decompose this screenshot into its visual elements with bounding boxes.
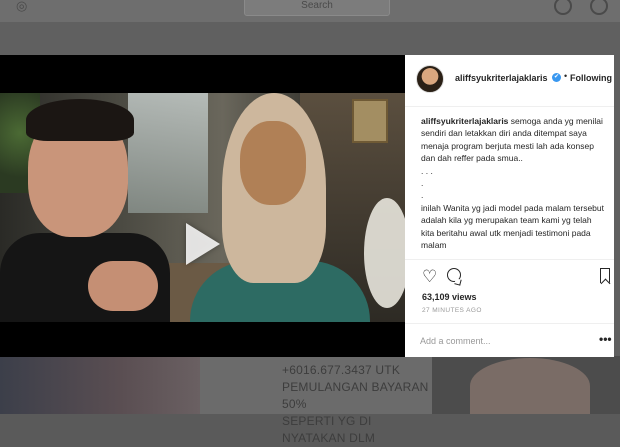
post-timestamp[interactable]: 27 MINUTES AGO [422, 307, 482, 314]
like-heart-icon[interactable]: ♡ [422, 268, 437, 285]
post-side-panel: aliffsyukriterlajaklaris ✔ • Following a… [405, 55, 614, 357]
post-header: aliffsyukriterlajaklaris ✔ • Following [405, 55, 614, 107]
video-woman-face [240, 121, 306, 205]
post-caption: aliffsyukriterlajaklaris semoga anda yg … [421, 115, 606, 258]
background-search-input: Search [244, 0, 390, 16]
video-man-hand [88, 261, 158, 311]
bookmark-icon[interactable] [600, 268, 610, 283]
caption-username[interactable]: aliffsyukriterlajaklaris [421, 116, 508, 126]
avatar[interactable] [416, 65, 444, 93]
background-promo-lines: +6016.677.3437 UTK PEMULANGAN BAYARAN 50… [282, 363, 429, 445]
post-username[interactable]: aliffsyukriterlajaklaris [455, 73, 548, 83]
post-actions: ♡ [405, 259, 614, 292]
video-man-hair [26, 99, 134, 141]
activity-heart-icon [590, 0, 608, 15]
comment-input[interactable] [420, 333, 580, 349]
background-promo-text: +6016.677.3437 UTK PEMULANGAN BAYARAN 50… [200, 356, 432, 445]
verified-badge-icon: ✔ [552, 73, 561, 82]
more-options-icon[interactable]: ••• [599, 333, 612, 345]
play-icon[interactable] [186, 223, 220, 265]
background-post-image-left [0, 356, 200, 414]
video-lamp [364, 198, 405, 308]
add-comment-bar: ••• [405, 323, 614, 358]
view-count[interactable]: 63,109 views [422, 292, 477, 302]
following-button[interactable]: Following [570, 73, 612, 83]
video-picture-frame [352, 99, 388, 143]
video-window [128, 93, 208, 213]
header-separator: • [564, 71, 568, 81]
explore-icon [554, 0, 572, 15]
post-video[interactable] [0, 93, 405, 322]
caption-text: semoga anda yg menilai sendiri dan letak… [421, 116, 605, 251]
post-modal: aliffsyukriterlajaklaris ✔ • Following a… [0, 55, 614, 357]
background-top-nav: ◎ Search [0, 0, 620, 22]
instagram-logo-icon: ◎ [16, 0, 28, 13]
comment-bubble-icon[interactable] [447, 268, 461, 282]
background-face-image [470, 358, 590, 414]
